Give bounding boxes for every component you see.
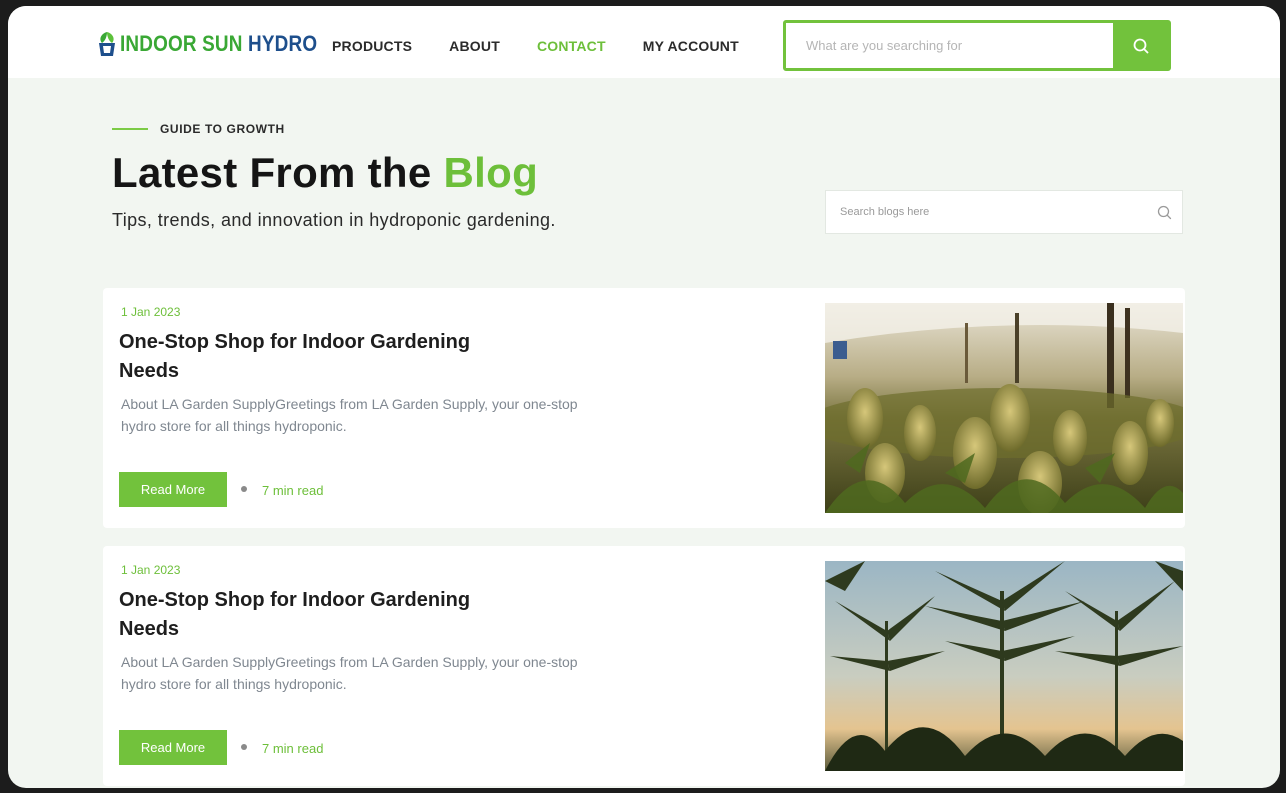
logo[interactable]: INDOOR SUN HYDRO <box>96 30 349 58</box>
nav-item-about[interactable]: ABOUT <box>449 38 500 54</box>
separator-dot <box>241 744 247 750</box>
separator-dot <box>241 486 247 492</box>
main-nav: PRODUCTS ABOUT CONTACT MY ACCOUNT <box>332 38 776 54</box>
blog-card: 1 Jan 2023 One-Stop Shop for Indoor Gard… <box>103 288 1185 528</box>
logo-text-indoor-sun: INDOOR SUN <box>120 31 243 56</box>
page-subtitle: Tips, trends, and innovation in hydropon… <box>112 210 556 230</box>
blog-card-image[interactable] <box>825 561 1183 771</box>
site-header: INDOOR SUN HYDRO PRODUCTS ABOUT CONTACT … <box>8 6 1280 78</box>
browser-frame: INDOOR SUN HYDRO PRODUCTS ABOUT CONTACT … <box>8 6 1280 788</box>
blog-card: 1 Jan 2023 One-Stop Shop for Indoor Gard… <box>103 546 1185 786</box>
page-title-accent: Blog <box>443 149 539 196</box>
blog-card-date: 1 Jan 2023 <box>121 305 181 319</box>
blog-card-image[interactable] <box>825 303 1183 513</box>
blog-card-excerpt: About LA Garden SupplyGreetings from LA … <box>121 396 578 434</box>
blog-search-input[interactable] <box>826 206 1146 218</box>
search-icon <box>1157 205 1171 219</box>
site-search-input[interactable] <box>786 23 1113 68</box>
section-eyebrow: GUIDE TO GROWTH <box>112 122 285 136</box>
eyebrow-text: GUIDE TO GROWTH <box>160 122 285 136</box>
leaf-logo-icon <box>99 32 115 56</box>
nav-item-products[interactable]: PRODUCTS <box>332 38 412 54</box>
logo-text-hydro: HYDRO <box>248 31 318 56</box>
search-icon <box>1133 38 1148 53</box>
site-search-button[interactable] <box>1113 23 1168 68</box>
read-more-button[interactable]: Read More <box>119 472 227 507</box>
blog-card-title[interactable]: One-Stop Shop for Indoor Gardening Needs <box>119 328 499 386</box>
blog-card-date: 1 Jan 2023 <box>121 563 181 577</box>
read-time: 7 min read <box>262 741 324 756</box>
blog-search-button[interactable] <box>1146 205 1182 220</box>
page-title-prefix: Latest From the <box>112 149 432 196</box>
blog-search <box>825 190 1183 234</box>
site-search <box>783 20 1171 71</box>
blog-card-excerpt: About LA Garden SupplyGreetings from LA … <box>121 654 578 692</box>
eyebrow-line <box>112 128 148 130</box>
blog-card-title[interactable]: One-Stop Shop for Indoor Gardening Needs <box>119 586 499 644</box>
nav-item-my-account[interactable]: MY ACCOUNT <box>643 38 739 54</box>
logo-text: INDOOR SUN HYDRO <box>120 31 317 57</box>
field-plants-image <box>825 561 1183 771</box>
page-title: Latest From the Blog <box>112 148 538 198</box>
read-more-button[interactable]: Read More <box>119 730 227 765</box>
greenhouse-plants-image <box>825 303 1183 513</box>
nav-item-contact[interactable]: CONTACT <box>537 38 606 54</box>
read-time: 7 min read <box>262 483 324 498</box>
